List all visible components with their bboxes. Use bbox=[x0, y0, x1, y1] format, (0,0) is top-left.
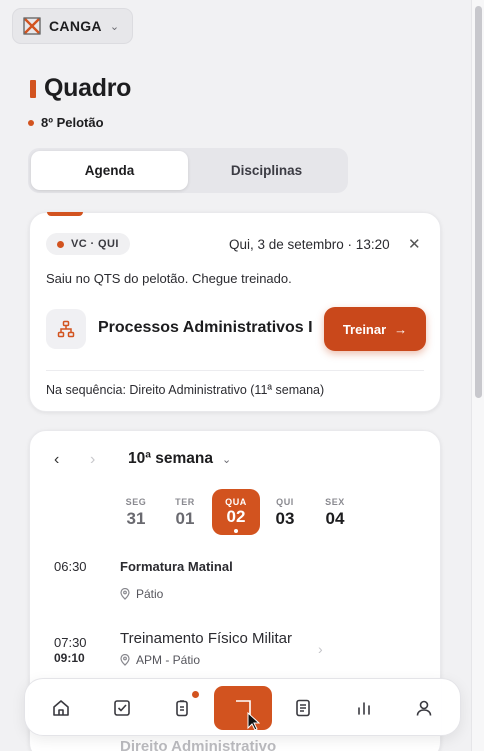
day-qui[interactable]: QUI 03 bbox=[261, 489, 309, 535]
event-title[interactable]: Formatura Matinal bbox=[120, 559, 233, 574]
arrow-right-icon: → bbox=[394, 321, 408, 337]
title-accent-bar bbox=[30, 79, 36, 98]
status-dot bbox=[28, 119, 34, 126]
alert-message: Saiu no QTS do pelotão. Chegue treinado. bbox=[46, 271, 292, 286]
tab-disciplinas[interactable]: Disciplinas bbox=[188, 151, 345, 190]
chevron-down-icon: ⌄ bbox=[109, 20, 120, 33]
alert-date: Qui, 3 de setembro · 13:20 bbox=[229, 237, 390, 252]
train-button[interactable]: Treinar → bbox=[324, 307, 426, 351]
document-icon[interactable] bbox=[290, 695, 316, 721]
scrollbar-thumb[interactable] bbox=[475, 6, 482, 398]
location-pin-icon bbox=[120, 588, 130, 600]
today-dot bbox=[234, 529, 238, 533]
chevron-right-icon[interactable]: › bbox=[318, 641, 323, 657]
checklist-icon[interactable] bbox=[109, 695, 135, 721]
alert-badge: VC · QUI bbox=[46, 233, 130, 255]
app-switcher[interactable]: CANGA ⌄ bbox=[12, 8, 133, 44]
faded-event-title: Direito Administrativo bbox=[120, 738, 277, 751]
chart-icon[interactable] bbox=[351, 695, 377, 721]
user-icon[interactable] bbox=[411, 695, 437, 721]
scrollbar[interactable] bbox=[471, 0, 484, 751]
event-time: 06:30 bbox=[54, 559, 87, 574]
alert-card: VC · QUI Qui, 3 de setembro · 13:20 ✕ Sa… bbox=[29, 212, 441, 412]
board-icon[interactable] bbox=[214, 686, 272, 730]
divider bbox=[46, 370, 424, 371]
location-pin-icon bbox=[120, 654, 130, 666]
day-date: 01 bbox=[175, 509, 195, 528]
day-ter[interactable]: TER 01 bbox=[161, 489, 209, 535]
event-title[interactable]: Treinamento Físico Militar bbox=[120, 630, 292, 647]
day-qua[interactable]: QUA 02 bbox=[212, 489, 260, 535]
alert-accent bbox=[47, 212, 83, 216]
home-icon[interactable] bbox=[48, 695, 74, 721]
day-name: QUA bbox=[225, 497, 247, 507]
event-location: APM - Pátio bbox=[120, 653, 200, 667]
badge-dot bbox=[57, 240, 64, 248]
event-time-end: 09:10 bbox=[54, 651, 85, 665]
event-location: Pátio bbox=[120, 587, 163, 601]
day-date: 02 bbox=[226, 507, 246, 526]
tab-agenda[interactable]: Agenda bbox=[31, 151, 188, 190]
close-icon[interactable]: ✕ bbox=[408, 235, 421, 253]
page-title: Quadro bbox=[44, 74, 132, 102]
day-date: 31 bbox=[126, 509, 146, 528]
day-name: SEX bbox=[325, 497, 345, 507]
day-name: SEG bbox=[125, 497, 147, 507]
next-up-text: Na sequência: Direito Administrativo (11… bbox=[46, 383, 325, 397]
app-logo-icon bbox=[23, 17, 41, 35]
chevron-right-icon[interactable]: › bbox=[90, 451, 95, 469]
notification-dot bbox=[192, 691, 199, 698]
event-location-label: Pátio bbox=[136, 587, 164, 601]
org-chart-icon bbox=[46, 309, 86, 349]
event-location-label: APM - Pátio bbox=[136, 653, 201, 667]
page-subtitle: 8º Pelotão bbox=[41, 115, 104, 130]
app-name: CANGA bbox=[49, 18, 102, 34]
day-name: QUI bbox=[276, 497, 294, 507]
train-button-label: Treinar bbox=[342, 321, 387, 337]
course-title: Processos Administrativos I bbox=[98, 319, 312, 336]
week-label[interactable]: 10ª semana bbox=[128, 450, 213, 468]
mouse-cursor-icon bbox=[246, 712, 260, 732]
day-name: TER bbox=[175, 497, 195, 507]
view-segmented-control: Agenda Disciplinas bbox=[28, 148, 348, 193]
badge-label: VC · QUI bbox=[71, 238, 119, 250]
chevron-left-icon[interactable]: ‹ bbox=[54, 451, 59, 469]
day-sex[interactable]: SEX 04 bbox=[311, 489, 359, 535]
bottom-nav bbox=[24, 678, 461, 736]
day-seg[interactable]: SEG 31 bbox=[112, 489, 160, 535]
clipboard-icon[interactable] bbox=[169, 695, 195, 721]
event-time-start: 07:30 bbox=[54, 635, 87, 650]
chevron-down-icon[interactable]: ⌄ bbox=[222, 453, 231, 466]
day-date: 04 bbox=[325, 509, 345, 528]
day-date: 03 bbox=[275, 509, 295, 528]
